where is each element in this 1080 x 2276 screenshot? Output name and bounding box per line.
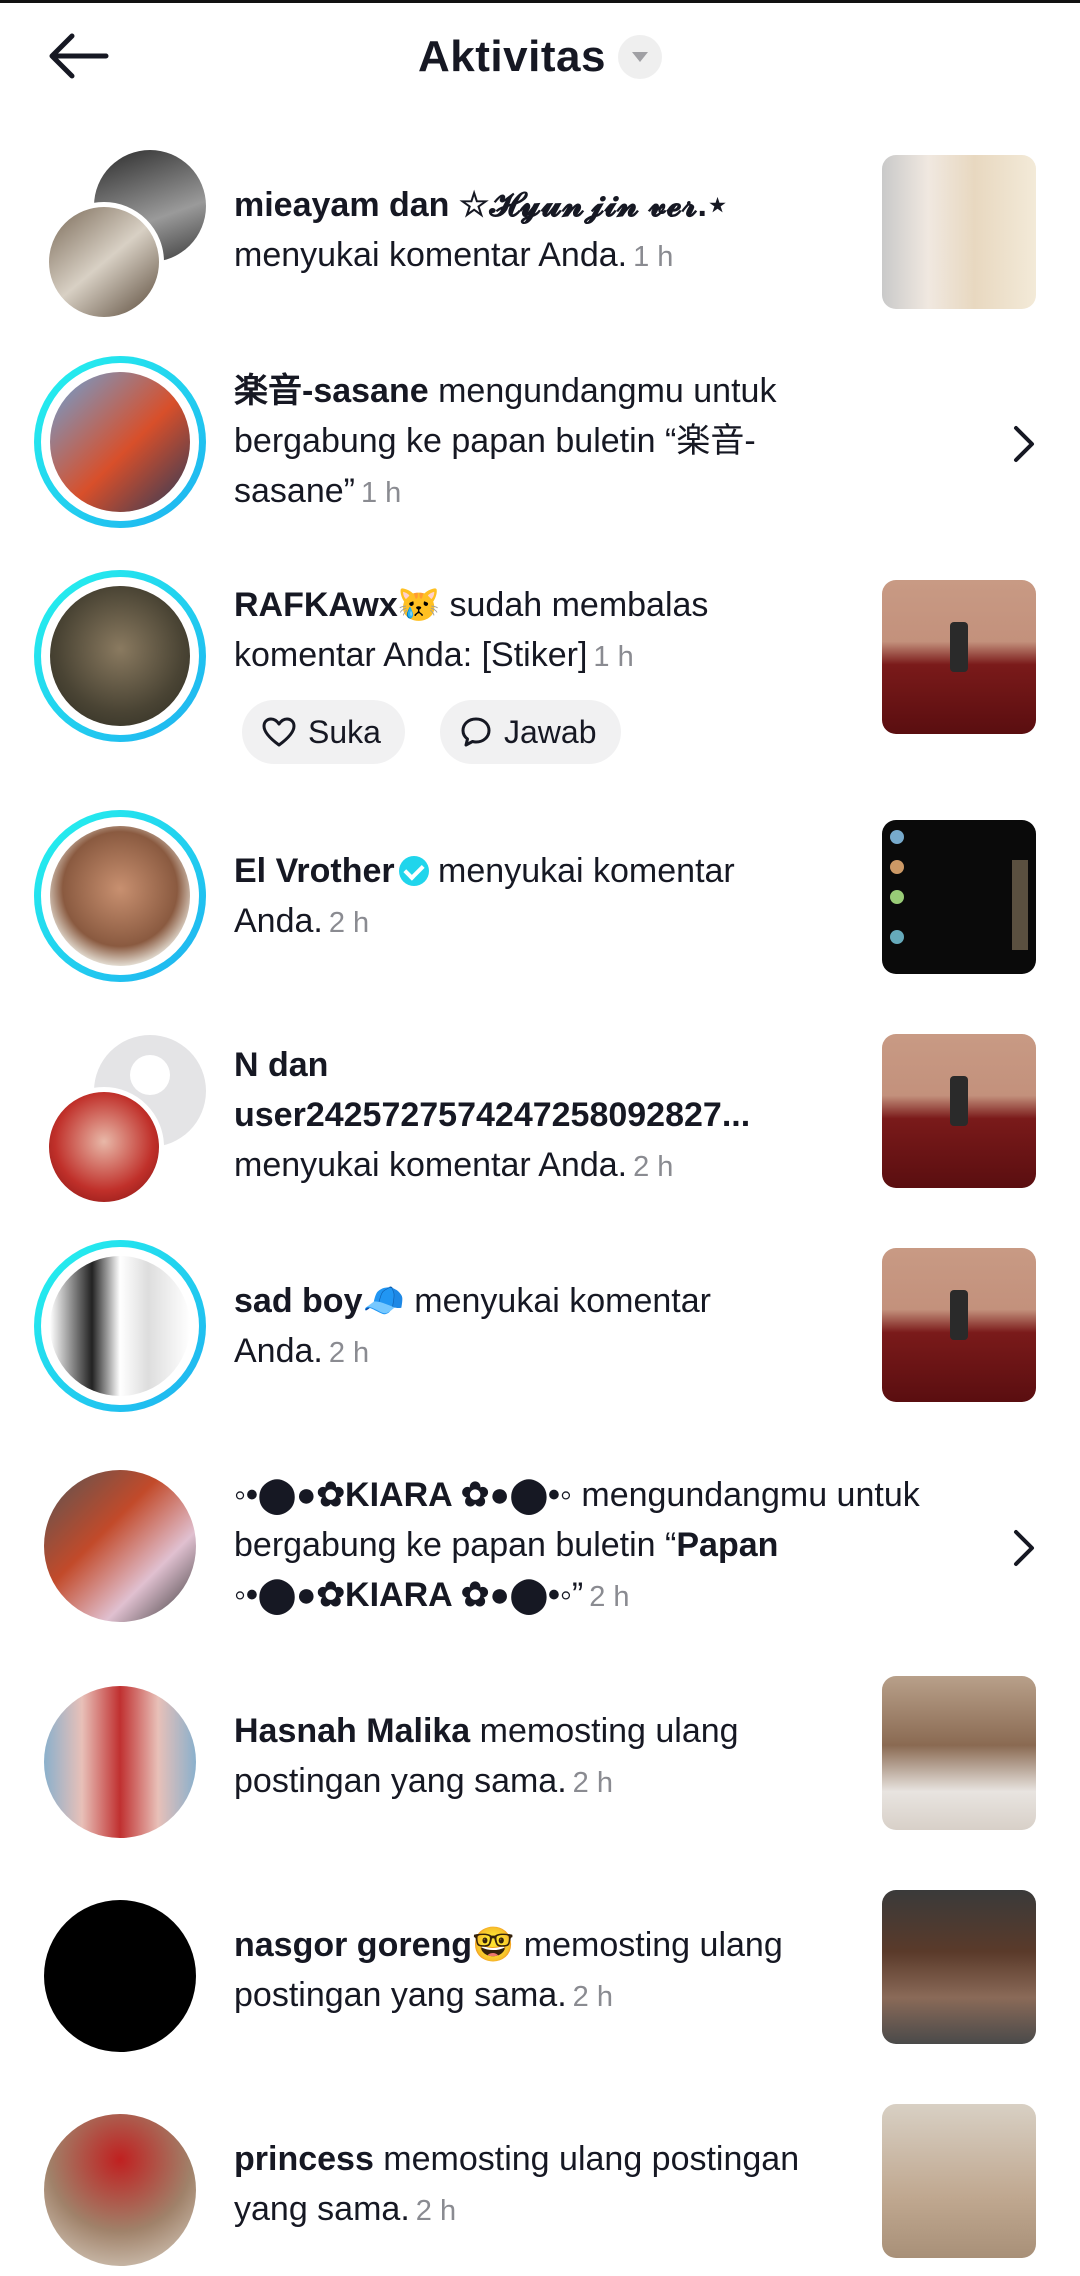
timestamp: 2 h bbox=[633, 1151, 674, 1183]
avatar[interactable] bbox=[34, 570, 206, 742]
notification-text: 楽音-sasane mengundangmu untuk bergabung k… bbox=[234, 372, 777, 510]
avatar-pair[interactable] bbox=[34, 150, 206, 322]
page-title: Aktivitas bbox=[418, 32, 606, 81]
notification-text: El Vrother menyukai komentar Anda. 2 h bbox=[234, 852, 735, 940]
username[interactable]: Hasnah Malika bbox=[234, 1712, 470, 1750]
timestamp: 2 h bbox=[328, 907, 370, 939]
timestamp: 2 h bbox=[572, 1767, 613, 1799]
notification-row[interactable]: Hasnah Malika memosting ulang postingan … bbox=[0, 1676, 1080, 1846]
verified-badge-icon bbox=[398, 856, 429, 886]
notification-row[interactable]: nasgor goreng🤓 memosting ulang postingan… bbox=[0, 1890, 1080, 2060]
username[interactable]: RAFKAwx😿 bbox=[234, 586, 440, 624]
notification-text: nasgor goreng🤓 memosting ulang postingan… bbox=[234, 1926, 783, 2014]
post-thumbnail[interactable] bbox=[882, 2104, 1036, 2258]
timestamp: 1 h bbox=[593, 641, 634, 673]
post-thumbnail[interactable] bbox=[882, 820, 1036, 974]
heart-icon bbox=[262, 717, 296, 747]
timestamp: 2 h bbox=[415, 2195, 457, 2227]
avatar[interactable] bbox=[34, 1676, 206, 1848]
avatar[interactable] bbox=[34, 810, 206, 982]
notification-row[interactable]: ◦•⬤●✿KIARA ✿●⬤•◦ mengundangmu untuk berg… bbox=[0, 1460, 1080, 1640]
notification-row[interactable]: RAFKAwx😿 sudah membalas komentar Anda: [… bbox=[0, 570, 1080, 770]
timestamp: 1 h bbox=[360, 477, 402, 509]
username[interactable]: 楽音-sasane bbox=[234, 372, 429, 410]
chevron-right-icon[interactable] bbox=[1004, 424, 1044, 464]
header: Aktivitas bbox=[0, 0, 1080, 112]
reply-button[interactable]: Jawab bbox=[440, 700, 621, 764]
post-thumbnail[interactable] bbox=[882, 1890, 1036, 2044]
notification-text: sad boy🧢 menyukai komentar Anda. 2 h bbox=[234, 1282, 711, 1370]
avatar[interactable] bbox=[34, 1890, 206, 2062]
title-dropdown[interactable]: Aktivitas bbox=[0, 22, 1080, 92]
notification-row[interactable]: N dan user2425727574247258092827... meny… bbox=[0, 1030, 1080, 1220]
timestamp: 1 h bbox=[633, 241, 674, 273]
username[interactable]: N dan user2425727574247258092827... bbox=[234, 1046, 750, 1134]
username[interactable]: princess bbox=[234, 2140, 374, 2178]
avatar bbox=[44, 1087, 164, 1207]
avatar[interactable] bbox=[34, 2104, 206, 2276]
notification-text: princess memosting ulang postingan yang … bbox=[234, 2140, 800, 2228]
avatar[interactable] bbox=[34, 356, 206, 528]
username[interactable]: sad boy🧢 bbox=[234, 1282, 405, 1320]
post-thumbnail[interactable] bbox=[882, 155, 1036, 309]
post-thumbnail[interactable] bbox=[882, 1676, 1036, 1830]
username[interactable]: El Vrother bbox=[234, 852, 395, 890]
notification-row[interactable]: 楽音-sasane mengundangmu untuk bergabung k… bbox=[0, 356, 1080, 536]
chevron-right-icon[interactable] bbox=[1004, 1528, 1044, 1568]
caret-down-icon bbox=[617, 35, 662, 79]
avatar bbox=[44, 202, 164, 322]
notification-text: ◦•⬤●✿KIARA ✿●⬤•◦ mengundangmu untuk berg… bbox=[234, 1476, 920, 1614]
notification-text: RAFKAwx😿 sudah membalas komentar Anda: [… bbox=[234, 586, 709, 674]
avatar-pair[interactable] bbox=[34, 1035, 206, 1207]
avatar[interactable] bbox=[34, 1240, 206, 1412]
comment-icon bbox=[461, 717, 491, 747]
notification-row[interactable]: princess memosting ulang postingan yang … bbox=[0, 2104, 1080, 2266]
notification-text: Hasnah Malika memosting ulang postingan … bbox=[234, 1712, 739, 1800]
username[interactable]: mieayam dan ☆𝓗𝔂𝓾𝓷𝓳𝓲𝓷 𝓿𝓮𝓻.⋆ bbox=[234, 186, 728, 224]
username[interactable]: nasgor goreng🤓 bbox=[234, 1926, 514, 1964]
post-thumbnail[interactable] bbox=[882, 1034, 1036, 1188]
notification-row[interactable]: mieayam dan ☆𝓗𝔂𝓾𝓷𝓳𝓲𝓷 𝓿𝓮𝓻.⋆ menyukai kome… bbox=[0, 150, 1080, 322]
notification-row[interactable]: sad boy🧢 menyukai komentar Anda. 2 h bbox=[0, 1240, 1080, 1420]
notification-row[interactable]: El Vrother menyukai komentar Anda. 2 h bbox=[0, 810, 1080, 990]
notification-text: N dan user2425727574247258092827... meny… bbox=[234, 1046, 751, 1184]
post-thumbnail[interactable] bbox=[882, 580, 1036, 734]
timestamp: 2 h bbox=[328, 1337, 370, 1369]
notification-text: mieayam dan ☆𝓗𝔂𝓾𝓷𝓳𝓲𝓷 𝓿𝓮𝓻.⋆ menyukai kome… bbox=[234, 186, 729, 274]
post-thumbnail[interactable] bbox=[882, 1248, 1036, 1402]
username[interactable]: ◦•⬤●✿KIARA ✿●⬤•◦ bbox=[234, 1476, 572, 1514]
like-button[interactable]: Suka bbox=[242, 700, 405, 764]
timestamp: 2 h bbox=[589, 1581, 630, 1613]
timestamp: 2 h bbox=[572, 1981, 613, 2013]
avatar[interactable] bbox=[34, 1460, 206, 1632]
